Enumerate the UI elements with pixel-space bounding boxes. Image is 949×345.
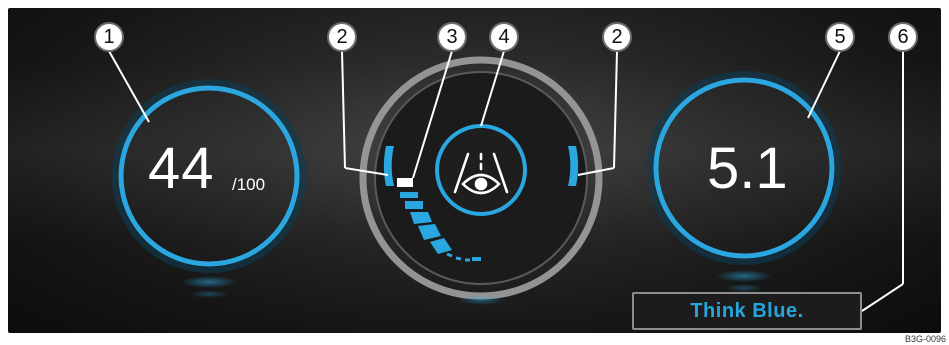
think-blue-box: Think Blue. xyxy=(632,292,862,330)
eco-score-value: 44 xyxy=(148,136,215,201)
level-segment xyxy=(400,192,418,198)
consumption-value: 5.1 xyxy=(707,136,788,201)
level-segment xyxy=(405,201,423,209)
callout-2-left: 2 xyxy=(327,22,357,52)
image-code: B3G-0096 xyxy=(904,334,946,344)
callout-3: 3 xyxy=(437,22,467,52)
callout-6: 6 xyxy=(888,22,918,52)
eco-score-max: /100 xyxy=(232,175,266,194)
level-segment xyxy=(472,257,481,261)
callout-5: 5 xyxy=(825,22,855,52)
indicator-marker xyxy=(397,178,413,187)
callout-4: 4 xyxy=(489,22,519,52)
callout-2-right: 2 xyxy=(602,22,632,52)
callout-1: 1 xyxy=(94,22,124,52)
think-blue-label: Think Blue. xyxy=(690,299,804,322)
